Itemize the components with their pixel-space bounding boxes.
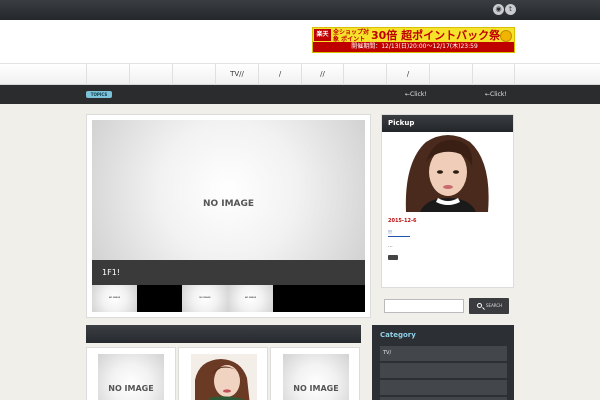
pickup-photo[interactable]	[382, 132, 513, 212]
post-card[interactable]	[178, 347, 268, 400]
rss-icon[interactable]: ◉	[493, 4, 504, 15]
main-nav: TV// / // /	[0, 63, 600, 85]
banner-brand: 楽天	[314, 29, 331, 41]
category-widget: Category TV/	[372, 325, 514, 400]
click-link[interactable]: ←Click!	[485, 90, 507, 99]
woman-photo	[191, 354, 257, 400]
slider-thumb[interactable]	[137, 285, 182, 312]
nav-item[interactable]: TV//	[215, 64, 258, 85]
banner-period: 開催期間：12/13(日)20:00～12/17(木)23:59	[313, 42, 514, 52]
slider-thumb[interactable]: NO IMAGE	[182, 285, 228, 312]
post-card[interactable]: NO IMAGE	[270, 347, 360, 400]
section-header	[86, 325, 361, 343]
topics-bar: TOPICS ←Click! ←Click!	[0, 85, 600, 104]
banner-headline: 30倍 超ポイントバック祭	[371, 29, 501, 42]
slider-main-image[interactable]: NO IMAGE	[92, 120, 365, 260]
nav-item[interactable]: //	[301, 64, 343, 85]
pickup-widget: Pickup 2015-12-6 !! ...	[381, 114, 514, 288]
woman-portrait	[382, 132, 513, 212]
featured-slider: NO IMAGE 1F1! NO IMAGE NO IMAGE NO IMAGE	[86, 114, 371, 318]
top-bar: ◉ t	[0, 0, 600, 20]
pickup-excerpt: ...	[388, 243, 393, 249]
post-card[interactable]: NO IMAGE	[86, 347, 176, 400]
pickup-date: 2015-12-6	[388, 218, 417, 224]
search-icon	[477, 303, 482, 308]
nav-item[interactable]: /	[386, 64, 429, 85]
nav-divider	[514, 64, 515, 85]
pickup-title: Pickup	[382, 115, 513, 132]
slider-thumb[interactable]	[273, 285, 365, 312]
topics-badge: TOPICS	[86, 91, 112, 98]
category-title: Category	[380, 331, 416, 339]
twitter-icon[interactable]: t	[505, 4, 516, 15]
nav-item[interactable]	[429, 64, 472, 85]
search-button[interactable]: SEARCH	[469, 298, 509, 314]
nav-item[interactable]: /	[258, 64, 301, 85]
category-item[interactable]	[380, 380, 507, 395]
category-item[interactable]	[380, 363, 507, 378]
nav-item[interactable]	[472, 64, 514, 85]
nav-item[interactable]	[86, 64, 129, 85]
ad-banner[interactable]: 楽天 全ショップ対象 ポイント最大 30倍 超ポイントバック祭 開催期間：12/…	[312, 27, 515, 53]
nav-item[interactable]	[129, 64, 172, 85]
coin-icon	[500, 30, 512, 42]
post-card-image: NO IMAGE	[283, 354, 349, 400]
search-button-label: SEARCH	[486, 303, 503, 308]
pickup-link[interactable]: !!	[388, 230, 410, 237]
search-input[interactable]	[384, 299, 464, 313]
nav-item[interactable]	[172, 64, 215, 85]
site-header: 楽天 全ショップ対象 ポイント最大 30倍 超ポイントバック祭 開催期間：12/…	[0, 20, 600, 63]
category-item[interactable]: TV/	[380, 346, 507, 361]
more-button[interactable]	[388, 255, 398, 260]
slider-caption[interactable]: 1F1!	[92, 260, 365, 285]
post-card-image: NO IMAGE	[98, 354, 164, 400]
nav-item[interactable]	[343, 64, 386, 85]
click-link[interactable]: ←Click!	[405, 90, 427, 99]
slider-thumb[interactable]: NO IMAGE	[228, 285, 273, 312]
slider-thumb[interactable]: NO IMAGE	[92, 285, 137, 312]
